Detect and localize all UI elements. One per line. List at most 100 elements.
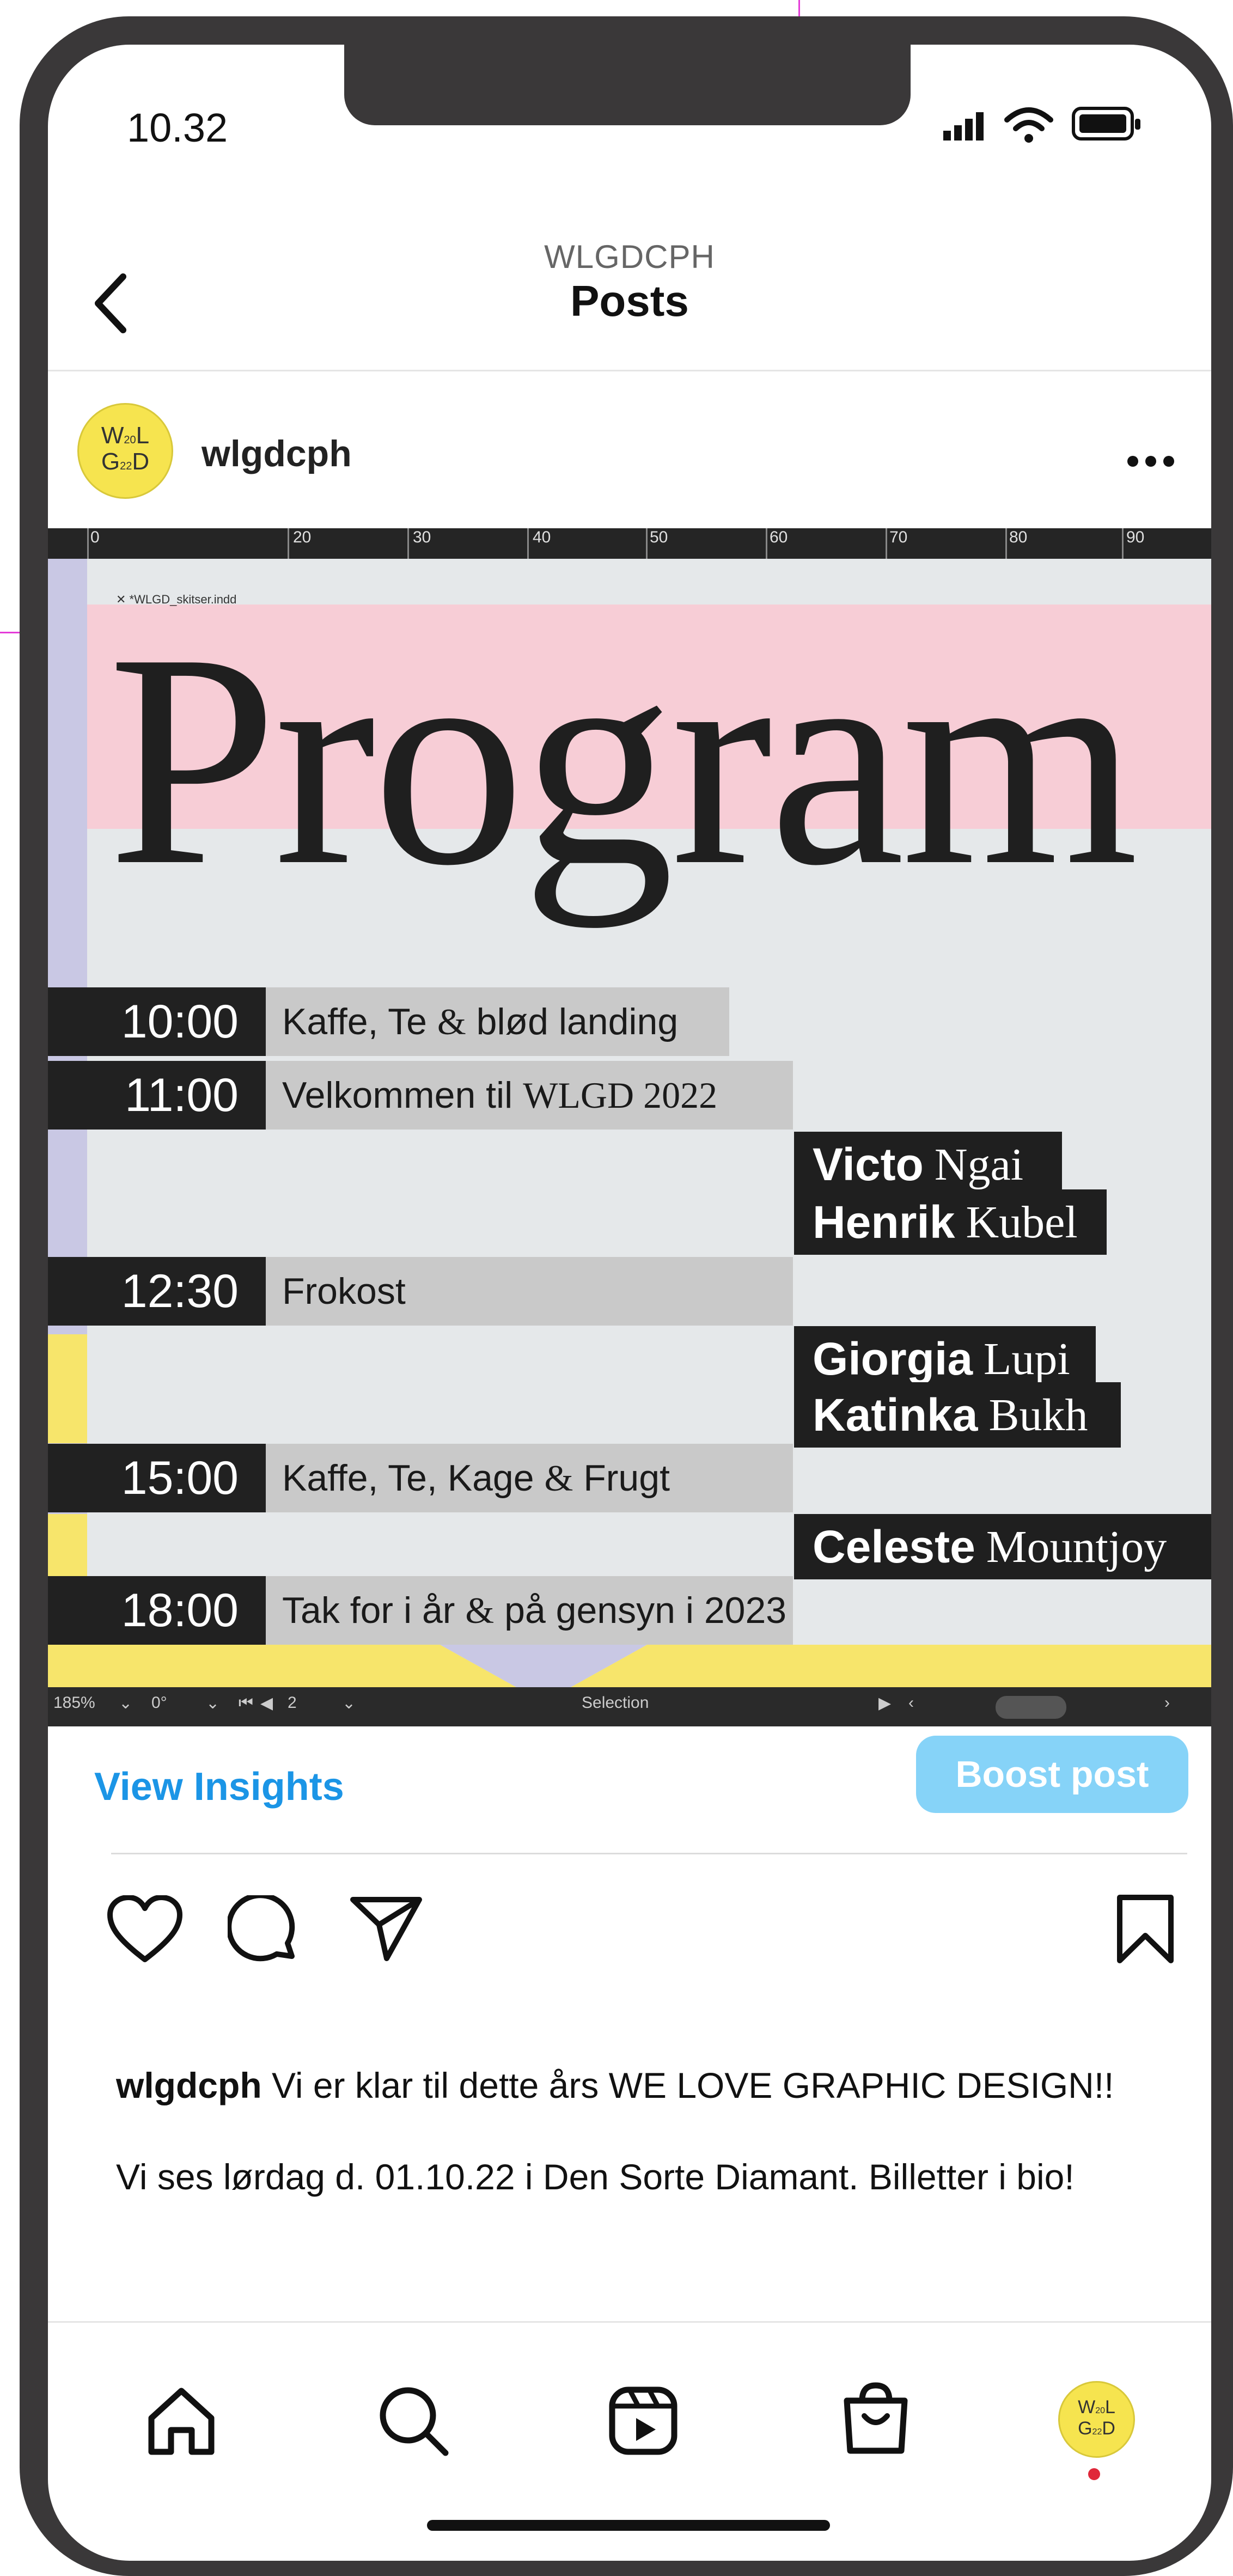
phone-frame: 10.32 WLGDCPH Posts W20L G22D wlgdcph 0 … <box>20 16 1233 2576</box>
ruler-number: 50 <box>650 528 668 546</box>
heart-icon[interactable] <box>107 1895 183 1966</box>
angle-value[interactable]: 0° <box>151 1694 167 1712</box>
post-caption: wlgdcph Vi er klar til dette års WE LOVE… <box>116 2062 1151 2200</box>
battery-icon <box>1072 107 1140 141</box>
chevron-down-icon[interactable]: ⌄ <box>119 1694 132 1713</box>
event-amp: & <box>437 1000 466 1042</box>
ruler-number: 40 <box>533 528 551 546</box>
page-number[interactable]: 2 <box>288 1694 297 1712</box>
post-username[interactable]: wlgdcph <box>202 432 352 475</box>
speaker-last: Ngai <box>934 1139 1024 1190</box>
prev-page-icon[interactable]: ◀ <box>260 1694 273 1713</box>
first-page-icon[interactable]: ⏮ <box>239 1694 253 1712</box>
event-text: Frokost <box>282 1271 406 1312</box>
ruler-number: 30 <box>413 528 431 546</box>
schedule-event: Frokost <box>266 1257 793 1326</box>
caption-line2: Vi ses lørdag d. 01.10.22 i Den Sorte Di… <box>116 2157 1075 2197</box>
schedule-time: 10:00 <box>48 987 266 1056</box>
schedule-time: 12:30 <box>48 1257 266 1326</box>
schedule-time: 18:00 <box>48 1576 266 1645</box>
post-image[interactable]: 0 20 30 40 50 60 70 80 90 ✕ *WLGD_skitse… <box>48 528 1211 1726</box>
ruler-number: 80 <box>1009 528 1028 546</box>
view-insights-link[interactable]: View Insights <box>94 1765 344 1809</box>
phone-screen: 10.32 WLGDCPH Posts W20L G22D wlgdcph 0 … <box>48 45 1211 2561</box>
speaker-last: Mountjoy <box>986 1521 1167 1572</box>
actions-divider <box>111 1853 1187 1854</box>
avatar[interactable]: W20L G22D <box>77 403 173 499</box>
speaker-first: Celeste <box>813 1521 975 1572</box>
signal-icon <box>943 112 984 141</box>
caption-username[interactable]: wlgdcph <box>116 2065 262 2105</box>
event-text: Kaffe, Te, Kage <box>282 1457 534 1499</box>
ruler-tick <box>527 528 529 559</box>
speaker-first: Victo <box>813 1138 924 1190</box>
event-text: Velkommen til <box>282 1075 513 1116</box>
notch <box>344 45 911 125</box>
speaker-last: Lupi <box>984 1333 1070 1384</box>
ruler-tick <box>646 528 648 559</box>
indesign-status-bar: 185% ⌄ 0° ⌄ ⏮ ◀ 2 ⌄ Selection ▶ ‹ › <box>48 1687 1211 1726</box>
zoom-value[interactable]: 185% <box>53 1694 95 1712</box>
event-text-rest: Frugt <box>583 1457 670 1499</box>
more-horizontal-icon[interactable] <box>1126 453 1175 469</box>
avatar-logo-text: W20L G22D <box>101 422 150 475</box>
event-amp: & <box>465 1589 495 1631</box>
scrollbar-thumb[interactable] <box>996 1696 1066 1719</box>
speaker-label: Giorgia Lupi <box>794 1326 1096 1391</box>
ruler-tick <box>1005 528 1007 559</box>
guide-line <box>0 632 20 633</box>
speaker-label: Victo Ngai <box>794 1132 1062 1197</box>
ruler-number: 70 <box>889 528 908 546</box>
scroll-right-icon[interactable]: › <box>1164 1694 1170 1712</box>
event-text-rest: på gensyn i 2023 <box>504 1590 787 1631</box>
search-icon[interactable] <box>378 2385 449 2456</box>
reels-icon[interactable] <box>608 2385 679 2456</box>
speaker-label: Henrik Kubel <box>794 1189 1107 1255</box>
ruler-number: 90 <box>1126 528 1145 546</box>
home-indicator <box>427 2520 830 2531</box>
yellow-accent <box>48 1334 87 1443</box>
speaker-first: Henrik <box>813 1196 955 1248</box>
shop-icon[interactable] <box>840 2381 911 2457</box>
guide-line <box>798 0 800 16</box>
chevron-down-icon[interactable]: ⌄ <box>206 1694 219 1713</box>
scroll-left-icon[interactable]: ‹ <box>908 1694 914 1712</box>
schedule-event: Tak for i år & på gensyn i 2023 <box>266 1576 793 1645</box>
bookmark-icon[interactable] <box>1115 1894 1175 1965</box>
comment-icon[interactable] <box>228 1895 298 1966</box>
play-icon[interactable]: ▶ <box>878 1694 891 1713</box>
speaker-last: Bukh <box>988 1389 1088 1440</box>
schedule-event: Kaffe, Te & blød landing <box>266 987 729 1056</box>
schedule-event: Velkommen til WLGD 2022 <box>266 1061 793 1130</box>
event-text: Tak for i år <box>282 1590 455 1631</box>
schedule-time: 11:00 <box>48 1061 266 1130</box>
boost-post-button[interactable]: Boost post <box>916 1736 1188 1813</box>
mode-label[interactable]: Selection <box>582 1694 649 1712</box>
ruler-number: 20 <box>293 528 312 546</box>
ruler-number: 0 <box>90 528 100 546</box>
header-account: WLGDCPH <box>544 239 715 275</box>
home-icon[interactable] <box>146 2385 217 2456</box>
ruler-tick <box>87 528 89 559</box>
event-amp: WLGD 2022 <box>523 1074 718 1116</box>
caption-text: Vi er klar til dette års WE LOVE GRAPHIC… <box>261 2065 1114 2105</box>
page-title: Posts <box>570 277 689 325</box>
header-divider <box>48 370 1211 371</box>
speaker-label: Celeste Mountjoy <box>794 1514 1211 1579</box>
share-icon[interactable] <box>349 1894 425 1965</box>
speaker-first: Katinka <box>813 1389 978 1440</box>
yellow-footer-band <box>48 1645 1211 1688</box>
event-text: Kaffe, Te <box>282 1001 427 1042</box>
speaker-last: Kubel <box>966 1197 1078 1248</box>
ruler-tick <box>886 528 887 559</box>
ruler-tick <box>1122 528 1124 559</box>
schedule-time: 15:00 <box>48 1444 266 1512</box>
profile-avatar[interactable]: W20L G22D <box>1058 2381 1135 2458</box>
caption-line1: wlgdcph Vi er klar til dette års WE LOVE… <box>116 2062 1151 2108</box>
schedule-event: Kaffe, Te, Kage & Frugt <box>266 1444 793 1512</box>
program-heading: Program <box>108 591 1139 929</box>
ruler-tick <box>288 528 289 559</box>
chevron-down-icon[interactable]: ⌄ <box>342 1694 356 1713</box>
notification-dot <box>1088 2468 1100 2480</box>
